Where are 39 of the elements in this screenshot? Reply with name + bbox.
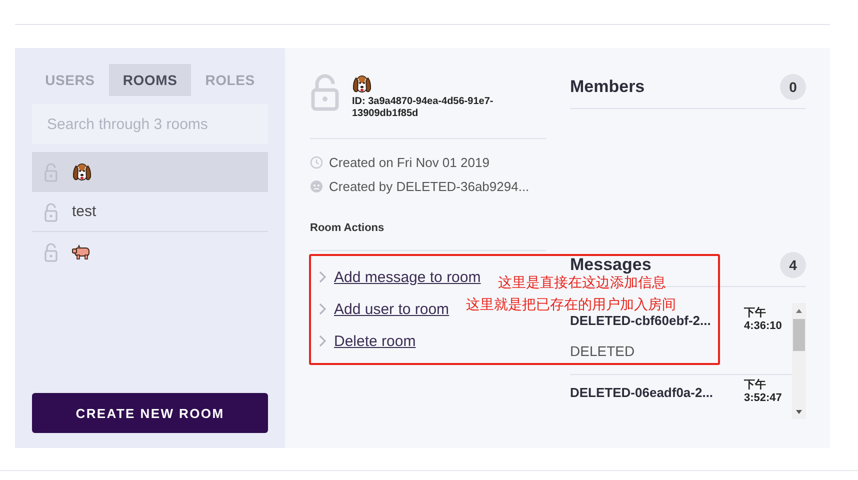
section-title: Members bbox=[570, 77, 645, 97]
message-sender: DELETED-06eadf0a-2... bbox=[570, 384, 714, 402]
room-action-link[interactable]: Add message to room bbox=[334, 268, 481, 286]
section-title: Messages bbox=[570, 255, 652, 275]
search-field[interactable]: Search through 3 rooms bbox=[32, 104, 268, 144]
message-time-period: 下午 bbox=[744, 379, 767, 392]
room-item[interactable]: test bbox=[32, 192, 268, 232]
chevron-icon bbox=[318, 271, 326, 283]
message-sender: DELETED-cbf60ebf-2... bbox=[570, 312, 711, 330]
message-time: 3:52:47 bbox=[744, 392, 783, 405]
open-lock-icon bbox=[44, 242, 58, 262]
room-name: test bbox=[72, 203, 96, 220]
created-date: Created on Fri Nov 01 2019 bbox=[329, 154, 490, 170]
annotation-text: 这里是直接在这边添加信息 bbox=[498, 275, 666, 291]
room-action-link[interactable]: Delete room bbox=[334, 332, 416, 350]
dog-icon bbox=[72, 162, 92, 182]
count-badge: 0 bbox=[780, 74, 806, 100]
chevron-icon bbox=[318, 335, 326, 347]
created-by: Created by DELETED-36ab9294... bbox=[329, 178, 530, 194]
dog-icon bbox=[352, 74, 372, 94]
tab[interactable]: ROOMS bbox=[108, 64, 192, 96]
message-time-period: 下午 bbox=[744, 307, 767, 320]
scrollbar[interactable] bbox=[792, 303, 806, 419]
annotation-text: 这里就是把已存在的用户加入房间 bbox=[466, 297, 676, 313]
message-time: 4:36:10 bbox=[744, 320, 783, 333]
pig-icon bbox=[72, 244, 92, 260]
room-id: ID: 3a9a4870-94ea-4d56-91e7-13909db1f85d bbox=[352, 96, 494, 120]
chevron-icon bbox=[318, 303, 326, 315]
clock-icon bbox=[310, 156, 323, 168]
room-item[interactable] bbox=[32, 152, 268, 192]
open-lock-icon bbox=[44, 162, 58, 182]
message-text: DELETED bbox=[570, 343, 636, 359]
room-action-link[interactable]: Add user to room bbox=[334, 300, 450, 318]
create-room-button[interactable]: CREATE NEW ROOM bbox=[32, 393, 268, 433]
open-lock-icon bbox=[310, 74, 340, 111]
open-lock-icon bbox=[44, 202, 58, 222]
section-title: Room Actions bbox=[310, 222, 546, 251]
face-icon bbox=[310, 180, 323, 192]
count-badge: 4 bbox=[780, 252, 806, 278]
